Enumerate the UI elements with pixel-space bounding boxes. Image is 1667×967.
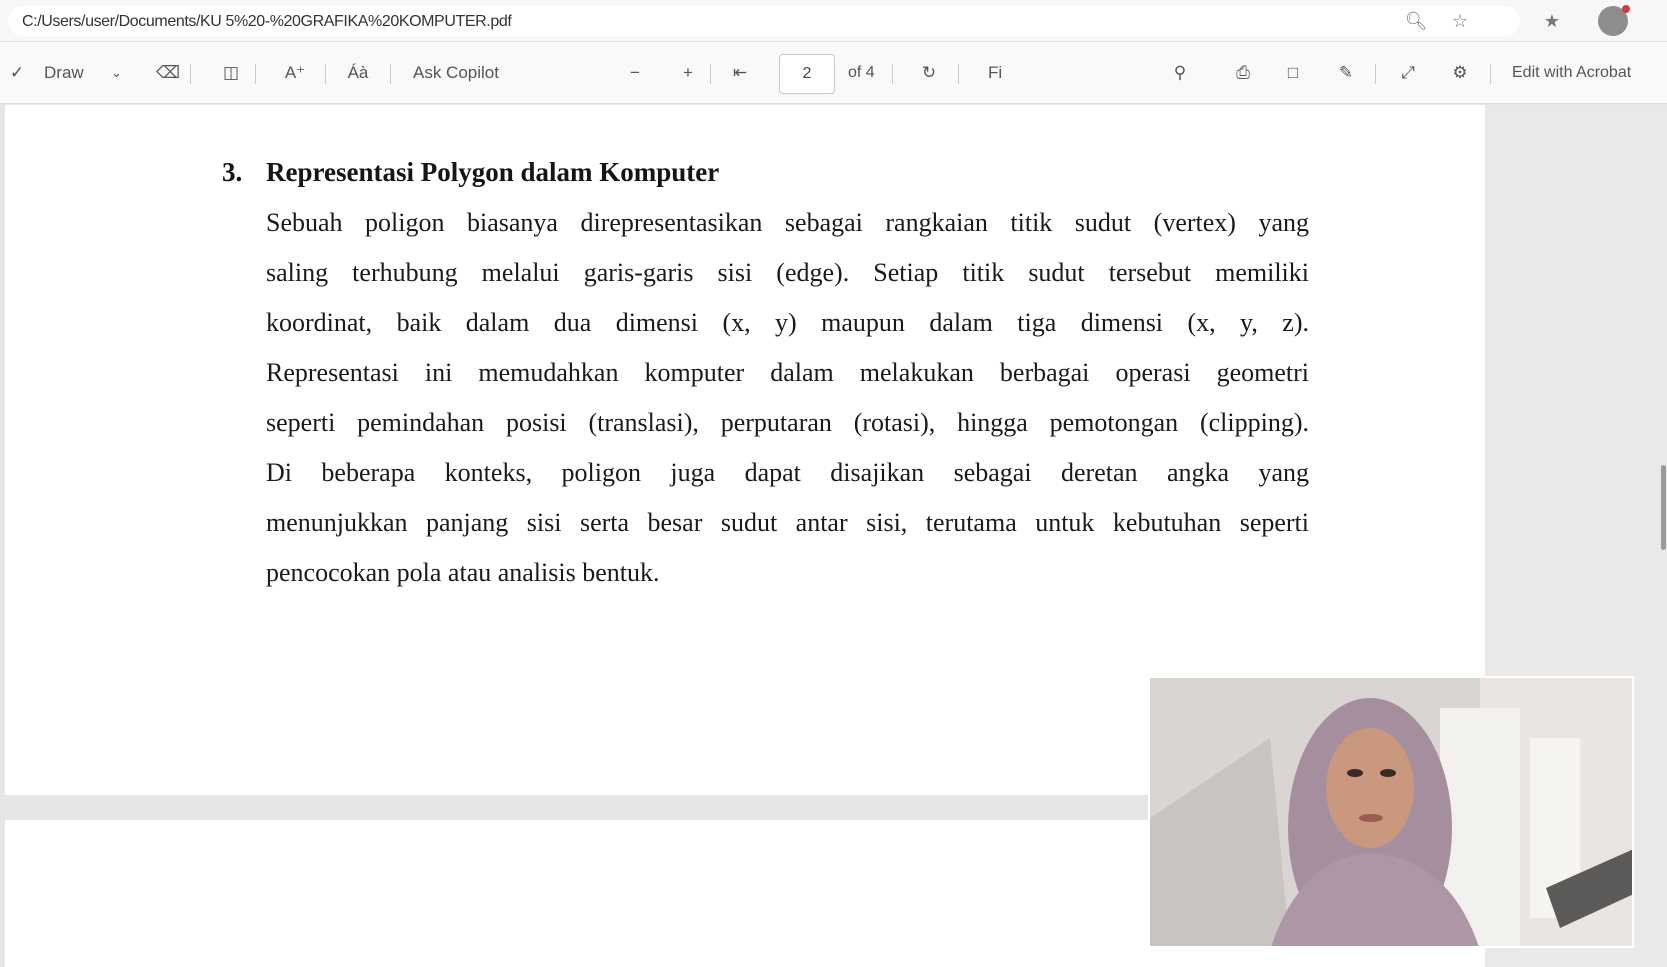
toolbar-divider (325, 64, 326, 84)
toolbar-divider (255, 64, 256, 84)
page-total-label: of 4 (848, 64, 875, 81)
pdf-toolbar: ✓ Draw ⌄ ⌫ ◫ A⁺ Áà Ask Copilot − + ⇤ 2 o… (0, 42, 1667, 104)
fullscreen-icon[interactable]: ⤢ (1395, 60, 1421, 86)
toolbar-divider (390, 64, 391, 84)
zoom-icon[interactable]: 🔍︎ (1404, 9, 1428, 33)
first-page-icon[interactable]: ⇤ (727, 60, 753, 86)
edit-with-acrobat-button[interactable]: Edit with Acrobat (1512, 60, 1631, 86)
address-field[interactable]: C:/Users/user/Documents/KU 5%20-%20GRAFI… (8, 6, 1520, 36)
notification-dot (1622, 5, 1630, 13)
toolbar-divider (1490, 64, 1491, 84)
chevron-down-icon[interactable]: ⌄ (111, 60, 122, 86)
toolbar-divider (190, 64, 191, 84)
zoom-in-icon[interactable]: + (683, 60, 693, 86)
rotate-icon[interactable]: ↻ (916, 60, 942, 86)
body-line: Representasi ini memudahkan komputer dal… (266, 358, 1309, 387)
page-fit-button[interactable]: Fi (988, 60, 1002, 86)
draw-button[interactable]: Draw (44, 60, 84, 86)
section-title: Representasi Polygon dalam Komputer (266, 157, 720, 187)
body-line: koordinat, baik dalam dua dimensi (x, y)… (266, 308, 1309, 337)
address-bar: C:/Users/user/Documents/KU 5%20-%20GRAFI… (0, 0, 1667, 42)
view-icon[interactable]: ◫ (218, 60, 244, 86)
toolbar-divider (958, 64, 959, 84)
settings-icon[interactable]: ⚙ (1447, 60, 1473, 86)
body-line: pencocokan pola atau analisis bentuk. (266, 558, 660, 587)
body-line: saling terhubung melalui garis-garis sis… (266, 258, 1309, 287)
body-line: Di beberapa konteks, poligon juga dapat … (266, 458, 1309, 487)
body-line: Sebuah poligon biasanya direpresentasika… (266, 208, 1309, 237)
print-icon[interactable]: ⎙ (1230, 60, 1256, 86)
read-aloud-icon[interactable]: Áà (345, 60, 371, 86)
eraser-icon[interactable]: ⌫ (155, 60, 181, 86)
scrollbar-thumb[interactable] (1661, 465, 1666, 550)
toolbar-divider (892, 64, 893, 84)
text-icon[interactable]: A⁺ (282, 60, 308, 86)
search-icon[interactable]: ⚲ (1167, 60, 1193, 86)
url-text[interactable]: C:/Users/user/Documents/KU 5%20-%20GRAFI… (22, 13, 512, 31)
ask-copilot-button[interactable]: Ask Copilot (413, 60, 499, 86)
toolbar-divider (710, 64, 711, 84)
favorites-icon[interactable]: ★ (1540, 9, 1564, 33)
body-line: seperti pemindahan posisi (translasi), p… (266, 408, 1309, 437)
page-number-input[interactable]: 2 (779, 54, 835, 94)
section-number: 3. (222, 157, 243, 187)
draw-icon[interactable]: ✓ (4, 60, 30, 86)
zoom-out-icon[interactable]: − (630, 60, 640, 86)
section-body: Sebuah poligon biasanya direpresentasika… (266, 198, 1309, 598)
star-icon[interactable]: ☆ (1448, 9, 1472, 33)
webcam-overlay (1148, 676, 1634, 948)
save-icon[interactable]: □ (1280, 60, 1306, 86)
webcam-feed (1150, 678, 1632, 946)
save-as-icon[interactable]: ✎ (1333, 60, 1359, 86)
toolbar-divider (1375, 64, 1376, 84)
body-line: menunjukkan panjang sisi serta besar sud… (266, 508, 1309, 537)
section-heading: 3. Representasi Polygon dalam Komputer (222, 157, 719, 188)
